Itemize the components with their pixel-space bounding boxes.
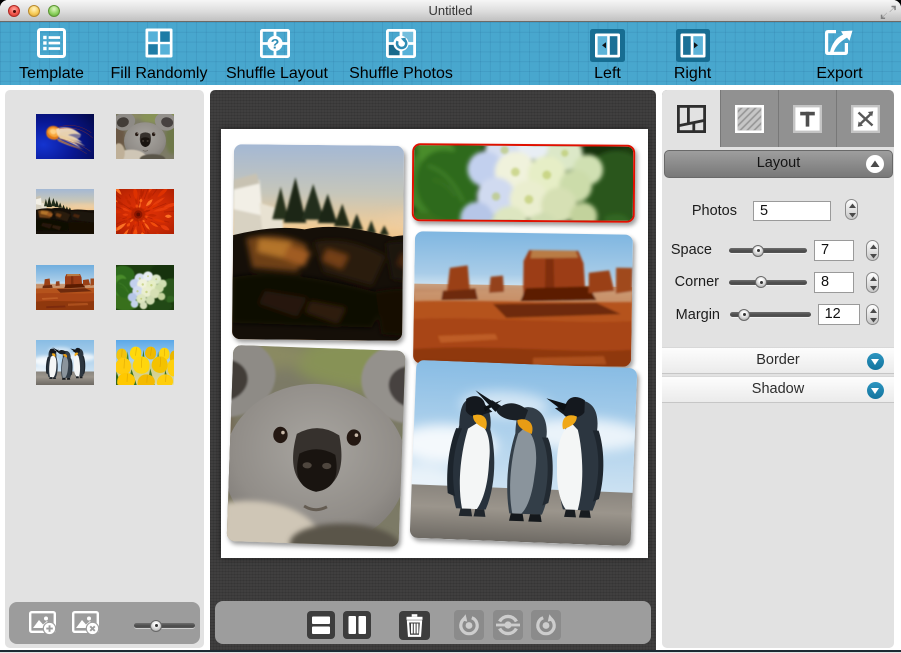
svg-text:?: ? (271, 36, 280, 52)
